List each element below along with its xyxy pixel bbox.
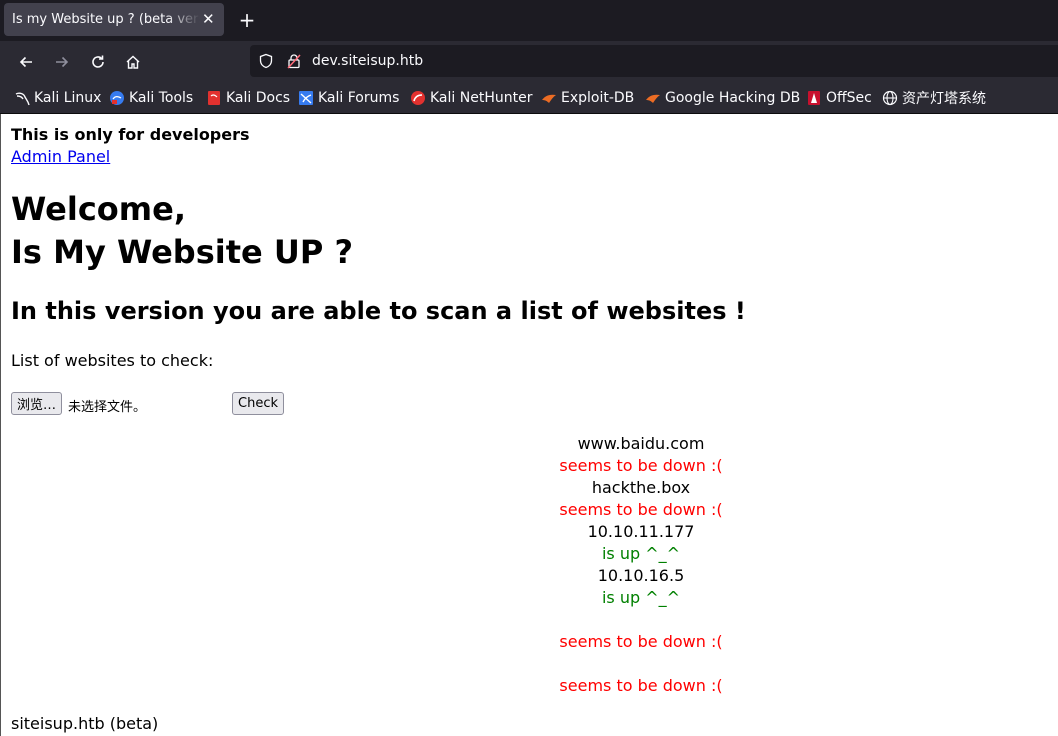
shield-icon[interactable] — [258, 53, 274, 69]
kali-tools-icon — [109, 90, 125, 106]
bookmark-label: Kali Linux — [34, 90, 102, 106]
bookmark-kali-docs[interactable]: Kali Docs — [206, 89, 290, 107]
url-text[interactable]: dev.siteisup.htb — [312, 53, 423, 69]
page-title: Is My Website UP ? — [11, 233, 353, 271]
result-site: 10.10.11.177 — [587, 522, 695, 541]
page-content: This is only for developers Admin Panel … — [0, 114, 1058, 736]
result-site: hackthe.box — [591, 478, 691, 497]
check-button[interactable]: Check — [232, 392, 284, 415]
bookmark-label: Kali Docs — [226, 90, 291, 106]
bookmark-kali-linux[interactable]: Kali Linux — [14, 89, 101, 107]
kali-docs-icon — [206, 90, 222, 106]
developer-note: This is only for developers — [11, 125, 250, 144]
reload-button[interactable] — [86, 50, 110, 74]
kali-dragon-icon — [14, 90, 30, 106]
website-list-label: List of websites to check: — [11, 351, 214, 370]
home-icon — [126, 55, 140, 69]
offsec-icon — [806, 90, 822, 106]
bookmark-kali-forums[interactable]: Kali Forums — [298, 89, 399, 107]
bookmark-label: 资产灯塔系统 — [902, 91, 986, 107]
result-status-up: is up ^_^ — [601, 588, 681, 607]
kali-nethunter-icon — [410, 90, 426, 106]
globe-icon — [882, 90, 898, 106]
welcome-heading: Welcome, — [11, 190, 186, 228]
bookmark-google-hacking-db[interactable]: Google Hacking DB — [645, 89, 800, 107]
home-button[interactable] — [121, 50, 145, 74]
result-status-down: seems to be down :( — [559, 632, 723, 651]
insecure-lock-icon[interactable] — [286, 53, 302, 69]
reload-icon — [92, 55, 104, 68]
page-footer: siteisup.htb (beta) — [11, 714, 159, 733]
bookmark-exploit-db[interactable]: Exploit-DB — [541, 89, 634, 107]
result-status-down: seems to be down :( — [559, 456, 723, 475]
result-status-down: seems to be down :( — [559, 500, 723, 519]
forward-arrow-icon — [56, 56, 69, 68]
file-browse-button[interactable]: 浏览… — [11, 392, 63, 415]
active-tab[interactable]: Is my Website up ? (beta version) ✕ — [4, 3, 224, 36]
admin-panel-link[interactable]: Admin Panel — [11, 147, 110, 166]
bookmark-label: Kali Forums — [318, 90, 400, 106]
bookmark-label: Exploit-DB — [561, 90, 635, 106]
bookmark-kali-tools[interactable]: Kali Tools — [109, 89, 193, 107]
bookmark-label: Kali Tools — [129, 90, 194, 106]
back-arrow-icon — [19, 56, 32, 68]
bookmark-label: Kali NetHunter — [430, 90, 533, 106]
tab-title: Is my Website up ? (beta version) — [12, 12, 200, 27]
ghdb-icon — [645, 90, 661, 106]
new-tab-button[interactable]: + — [236, 8, 258, 32]
result-status-up: is up ^_^ — [601, 544, 681, 563]
tab-strip: Is my Website up ? (beta version) ✕ + — [0, 0, 1058, 41]
close-tab-icon[interactable]: ✕ — [202, 12, 215, 27]
bookmark-offsec[interactable]: OffSec — [806, 89, 872, 107]
exploit-db-icon — [541, 90, 557, 106]
result-site: 10.10.16.5 — [597, 566, 685, 585]
result-site: www.baidu.com — [577, 434, 705, 453]
file-status-text: 未选择文件。 — [68, 400, 147, 415]
forward-button[interactable] — [50, 50, 74, 74]
bookmark-kali-nethunter[interactable]: Kali NetHunter — [410, 89, 532, 107]
bookmark-label: OffSec — [826, 90, 872, 106]
url-bar[interactable]: dev.siteisup.htb — [250, 45, 1058, 77]
result-status-down: seems to be down :( — [559, 676, 723, 695]
version-subheading: In this version you are able to scan a l… — [11, 297, 746, 325]
back-button[interactable] — [14, 50, 38, 74]
bookmark-asset-lighthouse[interactable]: 资产灯塔系统 — [882, 89, 986, 107]
kali-forums-icon — [298, 90, 314, 106]
bookmark-label: Google Hacking DB — [665, 90, 801, 106]
bookmarks-toolbar: Kali Linux Kali Tools Kali Docs Kali For… — [0, 83, 1058, 114]
